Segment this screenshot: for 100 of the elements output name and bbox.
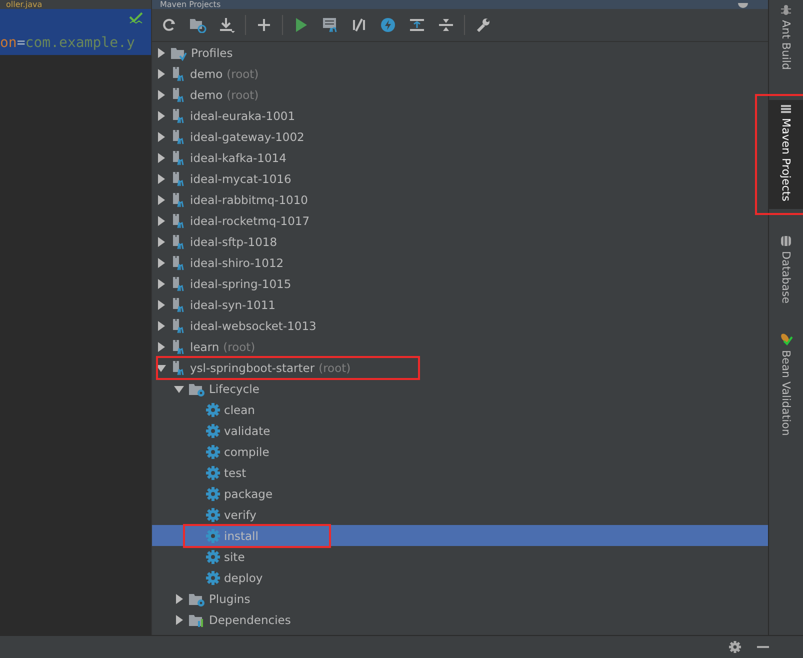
maven-module-icon bbox=[170, 150, 186, 166]
root-note: (root) bbox=[318, 360, 351, 374]
expand-arrow-icon[interactable] bbox=[174, 594, 184, 604]
play-icon bbox=[295, 18, 307, 32]
side-tab[interactable]: Ant Build bbox=[769, 0, 803, 78]
goal-gear-icon bbox=[206, 402, 220, 416]
root-note: (root) bbox=[226, 66, 259, 80]
tree-label: ideal-websocket-1013 bbox=[190, 318, 316, 332]
tree-row[interactable]: ideal-euraka-1001 bbox=[152, 105, 768, 126]
maven-module-icon bbox=[170, 276, 186, 292]
tree-row[interactable]: ideal-shiro-1012 bbox=[152, 252, 768, 273]
tree-label: Dependencies bbox=[209, 612, 291, 626]
tree-row[interactable]: test bbox=[152, 462, 768, 483]
refresh-icon bbox=[162, 18, 176, 32]
expand-arrow-icon[interactable] bbox=[156, 152, 166, 162]
tree-label: Profiles bbox=[191, 46, 233, 60]
tree-row[interactable]: ideal-websocket-1013 bbox=[152, 315, 768, 336]
maven-module-icon bbox=[170, 66, 186, 82]
expand-arrow-icon[interactable] bbox=[156, 320, 166, 330]
tree-row[interactable]: ideal-syn-1011 bbox=[152, 294, 768, 315]
expand-arrow-icon[interactable] bbox=[156, 342, 166, 352]
maven-module-icon bbox=[170, 128, 186, 144]
maven-module-icon bbox=[170, 234, 186, 250]
tree-label: ideal-gateway-1002 bbox=[190, 130, 304, 144]
tree-label: ideal-syn-1011 bbox=[190, 298, 276, 312]
expand-arrow-icon[interactable] bbox=[156, 216, 166, 226]
download-icon bbox=[219, 17, 235, 33]
expand-arrow-icon[interactable] bbox=[156, 48, 166, 58]
expand-arrow-icon[interactable] bbox=[156, 132, 166, 142]
maven-module-icon bbox=[170, 318, 186, 334]
goal-gear-icon bbox=[206, 550, 220, 564]
tree-label: ideal-kafka-1014 bbox=[190, 150, 286, 164]
tree-row[interactable]: site bbox=[152, 546, 768, 567]
tree-label: ideal-shiro-1012 bbox=[190, 256, 284, 270]
maven-module-icon bbox=[170, 108, 186, 124]
tree-row[interactable]: ideal-gateway-1002 bbox=[152, 126, 768, 147]
side-tab[interactable]: Bean Validation bbox=[769, 328, 803, 444]
expand-arrow-icon[interactable] bbox=[156, 300, 166, 310]
tree-label: ideal-euraka-1001 bbox=[190, 108, 296, 122]
side-tab-label: Bean Validation bbox=[780, 350, 792, 436]
maven-module-icon bbox=[170, 170, 186, 186]
tree-row[interactable]: validate bbox=[152, 420, 768, 441]
expand-arrow-icon[interactable] bbox=[156, 174, 166, 184]
expand-all-icon bbox=[409, 18, 425, 32]
ant-icon bbox=[780, 4, 792, 16]
tree-row[interactable]: compile bbox=[152, 441, 768, 462]
tree-row[interactable]: ideal-kafka-1014 bbox=[152, 147, 768, 168]
tree-row[interactable]: ideal-rabbitmq-1010 bbox=[152, 189, 768, 210]
tree-row[interactable]: clean bbox=[152, 399, 768, 420]
tree-row[interactable]: Dependencies bbox=[152, 609, 768, 630]
panel-title: Maven Projects bbox=[160, 1, 221, 9]
collapse-arrow-icon[interactable] bbox=[156, 362, 166, 372]
lightning-icon bbox=[380, 17, 396, 33]
root-note: (root) bbox=[223, 340, 256, 354]
tree-label: demo bbox=[190, 88, 223, 102]
expand-arrow-icon[interactable] bbox=[156, 90, 166, 100]
tree-label: ideal-rabbitmq-1010 bbox=[190, 192, 308, 206]
tree-row[interactable]: Profiles bbox=[152, 42, 768, 63]
tree-row[interactable]: learn (root) bbox=[152, 336, 768, 357]
tree-label: demo bbox=[190, 66, 223, 80]
tree-row[interactable]: ideal-mycat-1016 bbox=[152, 168, 768, 189]
tree-row[interactable]: ideal-rocketmq-1017 bbox=[152, 210, 768, 231]
expand-arrow-icon[interactable] bbox=[156, 278, 166, 288]
tree-row[interactable]: ideal-spring-1015 bbox=[152, 273, 768, 294]
tree-row[interactable]: ysl-springboot-starter (root) bbox=[152, 357, 768, 378]
maven-module-icon bbox=[170, 192, 186, 208]
tree-row[interactable]: demo (root) bbox=[152, 63, 768, 84]
tree-label: site bbox=[224, 550, 245, 564]
check-icon bbox=[129, 12, 143, 24]
tree-row[interactable]: ideal-sftp-1018 bbox=[152, 231, 768, 252]
tree-row[interactable]: verify bbox=[152, 504, 768, 525]
expand-arrow-icon[interactable] bbox=[156, 110, 166, 120]
expand-arrow-icon[interactable] bbox=[156, 236, 166, 246]
tree-row[interactable]: deploy bbox=[152, 567, 768, 588]
tree-row[interactable]: Lifecycle bbox=[152, 378, 768, 399]
collapse-arrow-icon[interactable] bbox=[174, 384, 184, 394]
tree-label: compile bbox=[224, 444, 270, 458]
tree-label: Lifecycle bbox=[209, 382, 260, 396]
side-tab[interactable]: Maven Projects bbox=[769, 100, 803, 210]
side-tab[interactable]: Database bbox=[769, 231, 803, 312]
side-tab-label: Database bbox=[780, 251, 792, 304]
tree-label: Plugins bbox=[209, 592, 250, 606]
expand-arrow-icon[interactable] bbox=[156, 68, 166, 78]
goal-gear-icon bbox=[206, 466, 220, 480]
wrench-icon bbox=[476, 18, 490, 32]
expand-arrow-icon[interactable] bbox=[156, 258, 166, 268]
collapse-all-icon bbox=[438, 18, 454, 32]
tree-label: clean bbox=[224, 402, 255, 416]
tree-label: verify bbox=[224, 508, 256, 522]
expand-arrow-icon[interactable] bbox=[174, 614, 184, 624]
goal-gear-icon bbox=[206, 444, 220, 458]
plus-icon bbox=[258, 19, 270, 31]
tree-row[interactable]: demo (root) bbox=[152, 84, 768, 105]
database-icon bbox=[780, 235, 792, 248]
tree-row[interactable]: package bbox=[152, 483, 768, 504]
expand-arrow-icon[interactable] bbox=[156, 194, 166, 204]
maven-module-icon bbox=[170, 296, 186, 312]
goal-gear-icon bbox=[206, 424, 220, 438]
tree-row[interactable]: Plugins bbox=[152, 588, 768, 609]
tree-label: ysl-springboot-starter bbox=[190, 360, 315, 374]
